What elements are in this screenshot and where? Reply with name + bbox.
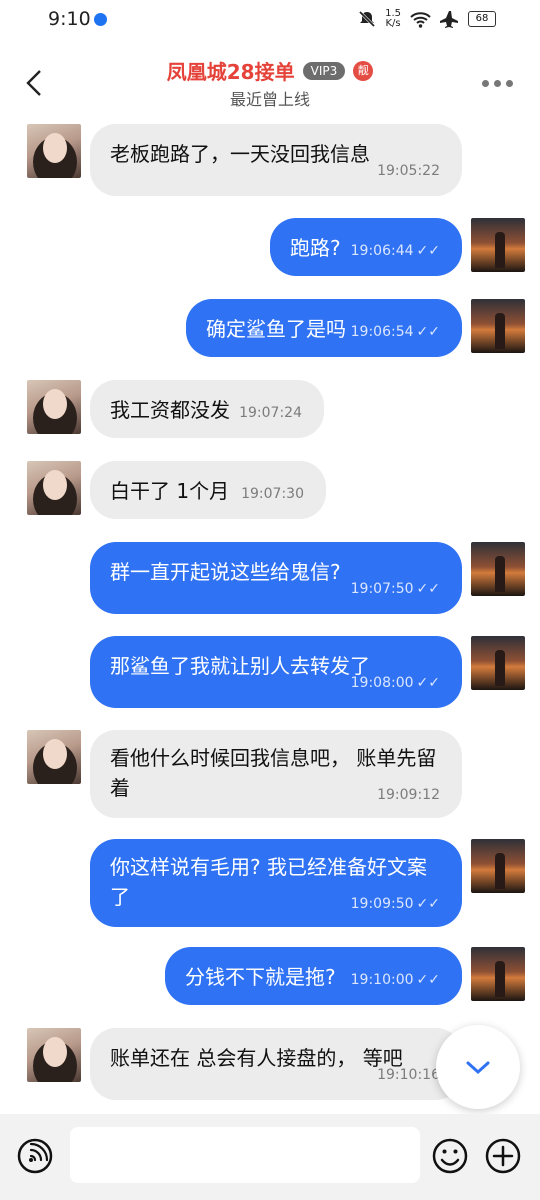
message-time: 19:07:24 [239,405,302,421]
chevron-down-icon [466,1061,490,1075]
incoming-message-bubble[interactable]: 看他什么时候回我信息吧， 账单先留着 19:09:12 [90,730,462,818]
message-time: 19:06:54 ✓✓ [350,324,440,340]
outgoing-message-bubble[interactable]: 群一直开起说这些给鬼信? 19:07:50 ✓✓ [90,542,462,614]
incoming-message-bubble[interactable]: 账单还在 总会有人接盘的， 等吧 19:10:16 [90,1028,462,1100]
message-text: 群一直开起说这些给鬼信? [110,560,341,584]
airplane-mode-icon [440,11,458,28]
read-receipt-icon: ✓✓ [416,675,440,691]
read-receipt-icon: ✓✓ [416,972,440,988]
message-text: 跑路? [290,236,341,260]
outgoing-message-bubble[interactable]: 你这样说有毛用? 我已经准备好文案了 19:09:50 ✓✓ [90,839,462,927]
more-dot [482,80,489,87]
chat-message-list[interactable]: 老板跑路了，一天没回我信息 19:05:22 跑路? 19:06:44 ✓✓ 确定… [0,114,540,1114]
message-time: 19:09:12 [377,787,440,803]
message-time: 19:07:30 [241,486,304,502]
message-text: 分钱不下就是拖? [185,965,336,989]
notification-icon [94,13,107,26]
message-time: 19:08:00 ✓✓ [350,675,440,691]
my-avatar[interactable] [471,542,525,596]
read-receipt-icon: ✓✓ [416,324,440,340]
header-title-row: 凤凰城28接单 VIP3 靓 [0,56,540,85]
outgoing-message-bubble[interactable]: 跑路? 19:06:44 ✓✓ [270,218,462,276]
message-time: 19:06:44 ✓✓ [350,243,440,259]
message-time: 19:10:16 [377,1067,440,1083]
status-bar: 9:10 1.5 K/s 68 [0,0,540,40]
message-text: 白干了 1个月 [110,479,230,503]
read-receipt-icon: ✓✓ [416,581,440,597]
more-dot [494,80,501,87]
contact-avatar[interactable] [27,461,81,515]
scroll-to-bottom-button[interactable] [436,1025,520,1109]
incoming-message-bubble[interactable]: 老板跑路了，一天没回我信息 19:05:22 [90,124,462,196]
my-avatar[interactable] [471,299,525,353]
contact-avatar[interactable] [27,1028,81,1082]
chat-title[interactable]: 凤凰城28接单 [167,56,295,85]
contact-avatar[interactable] [27,124,81,178]
status-icons: 1.5 K/s 68 [357,9,496,29]
read-receipt-icon: ✓✓ [416,896,440,912]
message-time: 19:05:22 [377,163,440,179]
my-avatar[interactable] [471,839,525,893]
my-avatar[interactable] [471,636,525,690]
voice-input-button[interactable] [15,1136,55,1176]
outgoing-message-bubble[interactable]: 分钱不下就是拖? 19:10:00 ✓✓ [165,947,462,1005]
outgoing-message-bubble[interactable]: 确定鲨鱼了是吗 19:06:54 ✓✓ [186,299,462,357]
message-input[interactable] [70,1127,420,1183]
battery-icon: 68 [468,11,496,27]
vip-badge: VIP3 [302,61,346,80]
more-options-button[interactable] [482,72,520,88]
more-dot [506,80,513,87]
my-avatar[interactable] [471,947,525,1001]
message-time: 19:10:00 ✓✓ [350,972,440,988]
message-text: 那鲨鱼了我就让别人去转发了 [110,654,370,678]
online-status: 最近曾上线 [229,90,310,109]
svip-badge: 靓 [353,60,374,81]
message-text: 老板跑路了，一天没回我信息 [110,142,370,166]
wifi-icon [410,12,431,28]
mute-notification-icon [359,10,376,28]
network-speed: 1.5 K/s [385,8,401,29]
emoji-button[interactable] [430,1136,470,1176]
message-text: 我工资都没发 [110,398,230,422]
message-time: 19:09:50 ✓✓ [350,896,440,912]
message-time: 19:07:50 ✓✓ [350,581,440,597]
outgoing-message-bubble[interactable]: 那鲨鱼了我就让别人去转发了 19:08:00 ✓✓ [90,636,462,708]
message-text: 账单还在 总会有人接盘的， 等吧 [110,1046,403,1070]
status-time: 9:10 [48,8,91,30]
incoming-message-bubble[interactable]: 白干了 1个月 19:07:30 [90,461,326,519]
chat-header: 凤凰城28接单 VIP3 靓 最近曾上线 [0,40,540,114]
read-receipt-icon: ✓✓ [416,243,440,259]
incoming-message-bubble[interactable]: 我工资都没发 19:07:24 [90,380,324,438]
contact-avatar[interactable] [27,380,81,434]
message-input-bar [0,1114,540,1200]
contact-avatar[interactable] [27,730,81,784]
my-avatar[interactable] [471,218,525,272]
message-text: 确定鲨鱼了是吗 [206,317,346,341]
add-attachment-button[interactable] [483,1136,523,1176]
